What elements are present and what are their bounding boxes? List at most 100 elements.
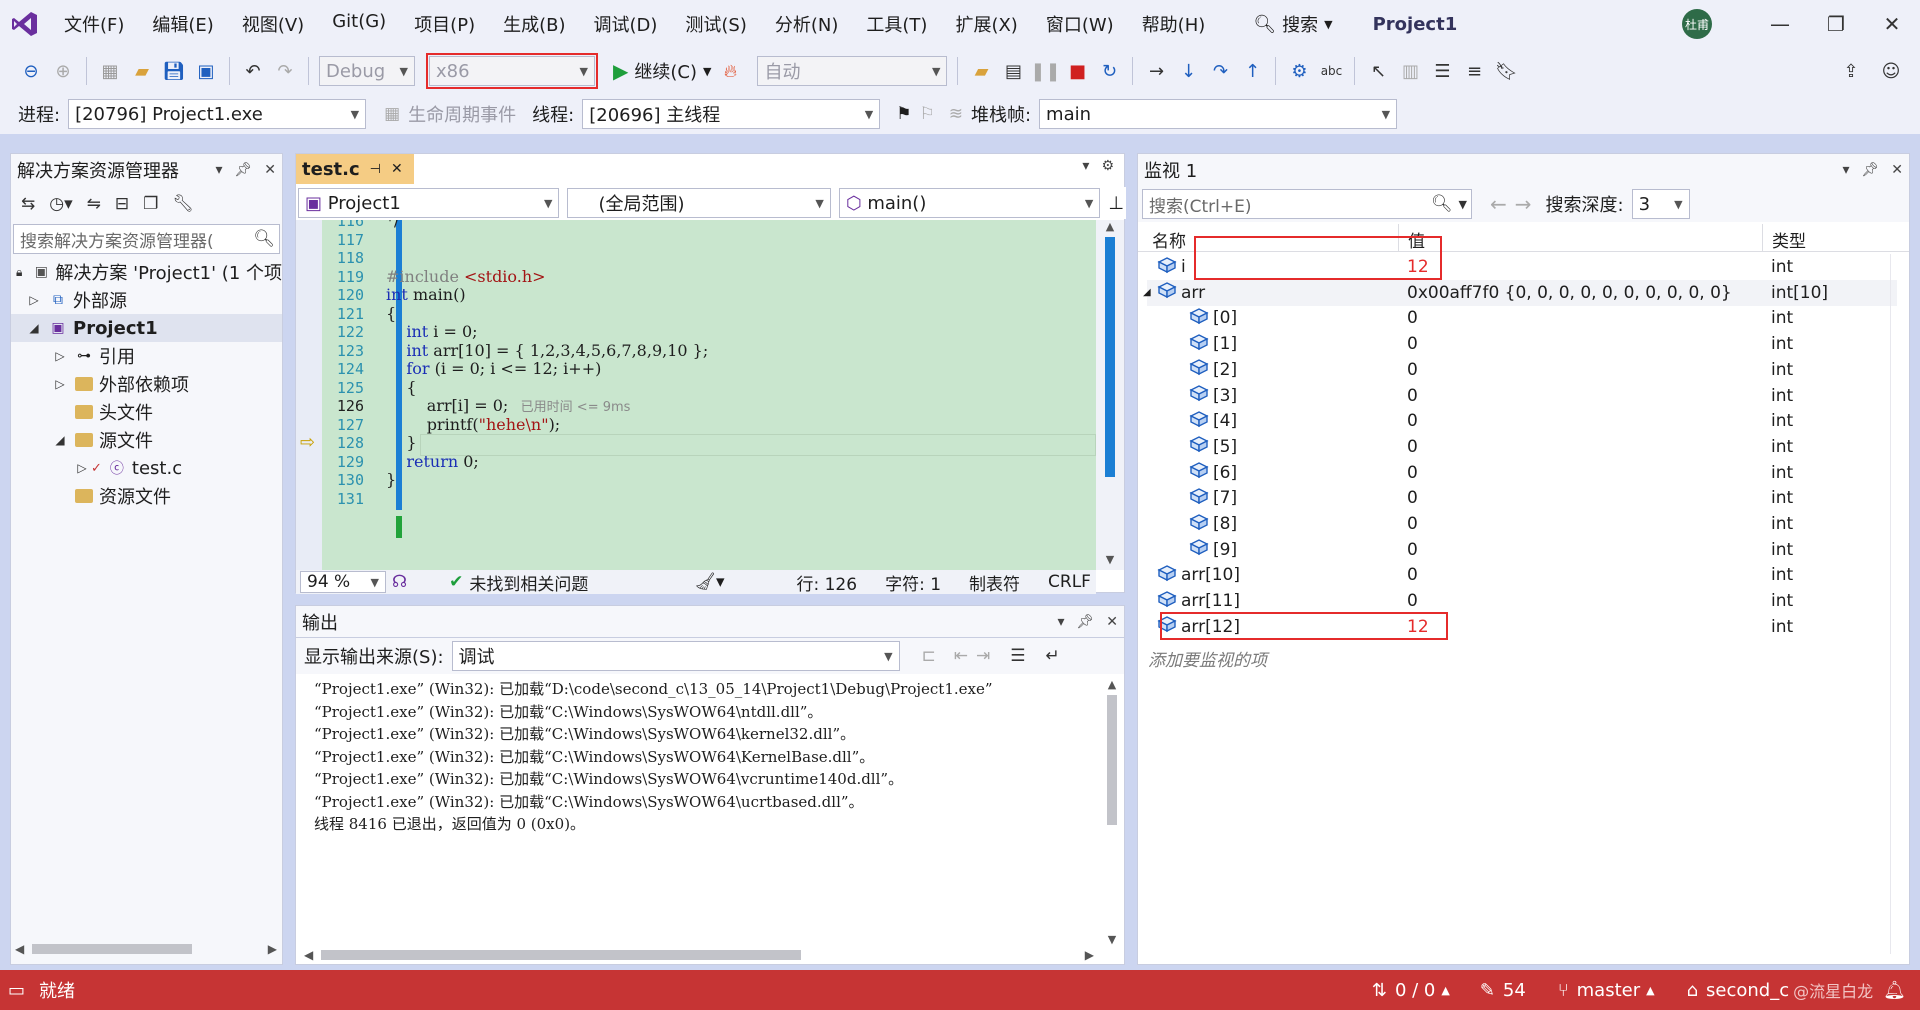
show-all-icon[interactable]: ❐: [143, 194, 158, 214]
expand-icon[interactable]: ▷: [51, 349, 69, 363]
configuration-dropdown[interactable]: Debug ▼: [319, 56, 415, 86]
eol-indicator[interactable]: CRLF: [1048, 572, 1091, 592]
restore-icon[interactable]: ❐: [1808, 12, 1864, 36]
pending-edits-count[interactable]: 54: [1503, 980, 1526, 1001]
output-vertical-scrollbar[interactable]: ▲ ▼: [1102, 678, 1122, 946]
pending-changes-icon[interactable]: ◷▾: [49, 194, 72, 214]
menu-item-11[interactable]: 窗口(W): [1032, 11, 1128, 37]
flag-icon[interactable]: ⚑: [896, 104, 911, 124]
word-wrap-icon[interactable]: ↵: [1046, 646, 1060, 666]
pause-icon[interactable]: ❚❚: [1030, 58, 1060, 84]
tree-item-source-files[interactable]: ◢ 源文件: [11, 426, 282, 454]
menu-item-0[interactable]: 文件(F): [50, 11, 138, 37]
flag-threads-icon[interactable]: ⚐: [919, 104, 934, 124]
project-dropdown[interactable]: ▣ Project1 ▼: [298, 188, 560, 218]
dropdown-icon[interactable]: ▾: [215, 162, 222, 178]
comment-icon[interactable]: ▥: [1397, 58, 1423, 84]
watch-value[interactable]: 0: [1407, 360, 1418, 380]
platform-dropdown[interactable]: x86 ▼: [426, 53, 598, 89]
pin-icon[interactable]: 📌︎: [1861, 162, 1879, 178]
horizontal-scrollbar[interactable]: ◀ ▶: [15, 940, 277, 958]
menu-item-5[interactable]: 生成(B): [489, 11, 579, 37]
close-icon[interactable]: ✕: [1864, 12, 1920, 36]
step-into-icon[interactable]: ↓: [1175, 58, 1201, 84]
open-folder-icon[interactable]: ▰: [129, 58, 155, 84]
code-line[interactable]: {: [386, 378, 416, 397]
watch-row[interactable]: [2] 0 int: [1147, 357, 1897, 383]
back-icon[interactable]: ⊖: [18, 58, 44, 84]
expand-icon[interactable]: ▷: [51, 377, 69, 391]
lifecycle-events-button[interactable]: 生命周期事件: [408, 101, 516, 127]
copilot-icon[interactable]: ☊: [392, 572, 407, 592]
search-forward-icon[interactable]: →: [1515, 192, 1532, 216]
notifications-icon[interactable]: 🔔︎: [1883, 980, 1906, 1001]
save-icon[interactable]: 💾︎: [161, 58, 187, 84]
expand-icon[interactable]: ▷: [73, 461, 91, 475]
tree-item-project[interactable]: ◢ ▣ Project1: [11, 314, 282, 342]
step-out-icon[interactable]: ↑: [1239, 58, 1265, 84]
menu-item-12[interactable]: 帮助(H): [1128, 11, 1220, 37]
next-message-icon[interactable]: ⇥: [976, 646, 990, 666]
show-next-statement-icon[interactable]: →: [1143, 58, 1169, 84]
menu-item-9[interactable]: 工具(T): [852, 11, 941, 37]
close-panel-icon[interactable]: ✕: [264, 162, 276, 178]
outdent-icon[interactable]: ≡: [1461, 58, 1487, 84]
dropdown-icon[interactable]: ▾: [1842, 162, 1849, 178]
settings-icon[interactable]: ⚙: [1101, 158, 1114, 174]
menu-item-3[interactable]: Git(G): [318, 11, 400, 37]
clear-all-icon[interactable]: ☰: [1010, 646, 1025, 666]
diagnostic-icon[interactable]: ⚙: [1286, 58, 1312, 84]
column-name-header[interactable]: 名称: [1152, 227, 1186, 252]
search-back-icon[interactable]: ←: [1490, 192, 1507, 216]
auto-dropdown[interactable]: 自动 ▼: [757, 56, 948, 86]
stackframe-dropdown[interactable]: main ▼: [1039, 99, 1398, 129]
expand-icon[interactable]: ▷: [25, 293, 43, 307]
watch-value[interactable]: 0: [1407, 463, 1418, 483]
find-message-icon[interactable]: ⊏: [922, 646, 936, 666]
feedback-icon[interactable]: ☺: [1878, 58, 1904, 84]
watch-value[interactable]: 0x00aff7f0 {0, 0, 0, 0, 0, 0, 0, 0, 0, 0…: [1407, 283, 1732, 303]
watch-value[interactable]: 0: [1407, 386, 1418, 406]
visual-studio-logo-icon[interactable]: [0, 0, 50, 48]
column-type-header[interactable]: 类型: [1772, 227, 1806, 252]
switch-views-icon[interactable]: ⇆: [21, 194, 35, 214]
member-dropdown[interactable]: ⬡ main() ▼: [838, 188, 1101, 218]
tree-item-solution[interactable]: 🔒︎ ▣ 解决方案 'Project1' (1 个项: [11, 258, 282, 286]
watch-row[interactable]: [5] 0 int: [1147, 434, 1897, 460]
watch-row[interactable]: [3] 0 int: [1147, 383, 1897, 409]
pin-icon[interactable]: 📌︎: [234, 162, 252, 178]
watch-value[interactable]: 0: [1407, 591, 1418, 611]
code-line[interactable]: return 0;: [386, 452, 478, 471]
new-project-icon[interactable]: ▦: [97, 58, 123, 84]
zoom-dropdown[interactable]: 94 % ▼: [300, 571, 386, 593]
thread-dropdown[interactable]: [20696] 主线程 ▼: [582, 99, 881, 129]
code-line[interactable]: */: [386, 220, 399, 230]
avatar[interactable]: 杜甫: [1682, 9, 1712, 39]
watch-row[interactable]: [7] 0 int: [1147, 485, 1897, 511]
watch-row[interactable]: [6] 0 int: [1147, 460, 1897, 486]
code-line[interactable]: int main(): [386, 285, 466, 304]
code-cleanup-icon[interactable]: 🧹︎▾: [694, 572, 724, 592]
watch-row[interactable]: [8] 0 int: [1147, 511, 1897, 537]
browse-folder-icon[interactable]: ▰: [968, 58, 994, 84]
close-panel-icon[interactable]: ✕: [1891, 162, 1903, 178]
tab-list-icon[interactable]: ▾: [1082, 158, 1089, 174]
git-changes-status[interactable]: 0 / 0: [1395, 980, 1435, 1001]
code-line[interactable]: int arr[10] = { 1,2,3,4,5,6,7,8,9,10 };: [386, 341, 708, 360]
repository-status[interactable]: second_c: [1706, 980, 1789, 1001]
watch-value[interactable]: 12: [1407, 257, 1429, 277]
save-all-icon[interactable]: ▣: [193, 58, 219, 84]
add-watch-item[interactable]: 添加要监视的项: [1148, 646, 1892, 671]
code-line[interactable]: for (i = 0; i <= 12; i++): [386, 359, 601, 378]
output-source-dropdown[interactable]: 调试 ▼: [451, 641, 900, 671]
watch-row[interactable]: arr[10] 0 int: [1147, 562, 1897, 588]
issues-status[interactable]: 未找到相关问题: [469, 570, 588, 595]
watch-search-input[interactable]: 搜索(Ctrl+E) 🔍︎ ▼: [1142, 189, 1472, 219]
watch-value[interactable]: 12: [1407, 617, 1429, 637]
layout-icon[interactable]: ▤: [1000, 58, 1026, 84]
code-line[interactable]: printf("hehe\n");: [386, 415, 561, 434]
restart-icon[interactable]: ↻: [1096, 58, 1122, 84]
watch-value[interactable]: 0: [1407, 488, 1418, 508]
menu-item-1[interactable]: 编辑(E): [138, 11, 227, 37]
tab-test-c[interactable]: test.c ⊣ ✕: [296, 154, 414, 184]
